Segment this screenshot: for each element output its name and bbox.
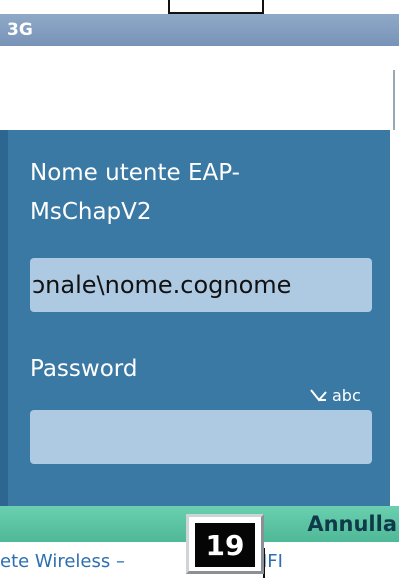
network-indicator: 3G	[7, 20, 33, 40]
input-mode-indicator: abc	[310, 386, 361, 405]
input-mode-label: abc	[332, 386, 361, 405]
cancel-softkey[interactable]: Annulla	[307, 506, 399, 542]
password-label: Password	[30, 356, 138, 382]
footer-text-right: IFI	[262, 551, 283, 572]
page-number-box: 19	[186, 514, 264, 574]
page-number: 19	[195, 523, 255, 567]
password-field[interactable]	[30, 410, 372, 464]
dialog-edge	[390, 130, 399, 506]
footer-text-left: ete Wireless –	[0, 551, 125, 572]
username-value: ɔnale\nome.cognome	[32, 271, 292, 299]
username-field[interactable]: ɔnale\nome.cognome	[30, 258, 372, 312]
username-label-line2: MsChapV2	[30, 199, 152, 225]
top-tab	[168, 0, 264, 14]
status-bar: 3G	[0, 14, 399, 46]
scroll-indicator	[393, 70, 395, 130]
username-label-line1: Nome utente EAP-	[30, 160, 240, 186]
pencil-icon	[310, 388, 327, 402]
